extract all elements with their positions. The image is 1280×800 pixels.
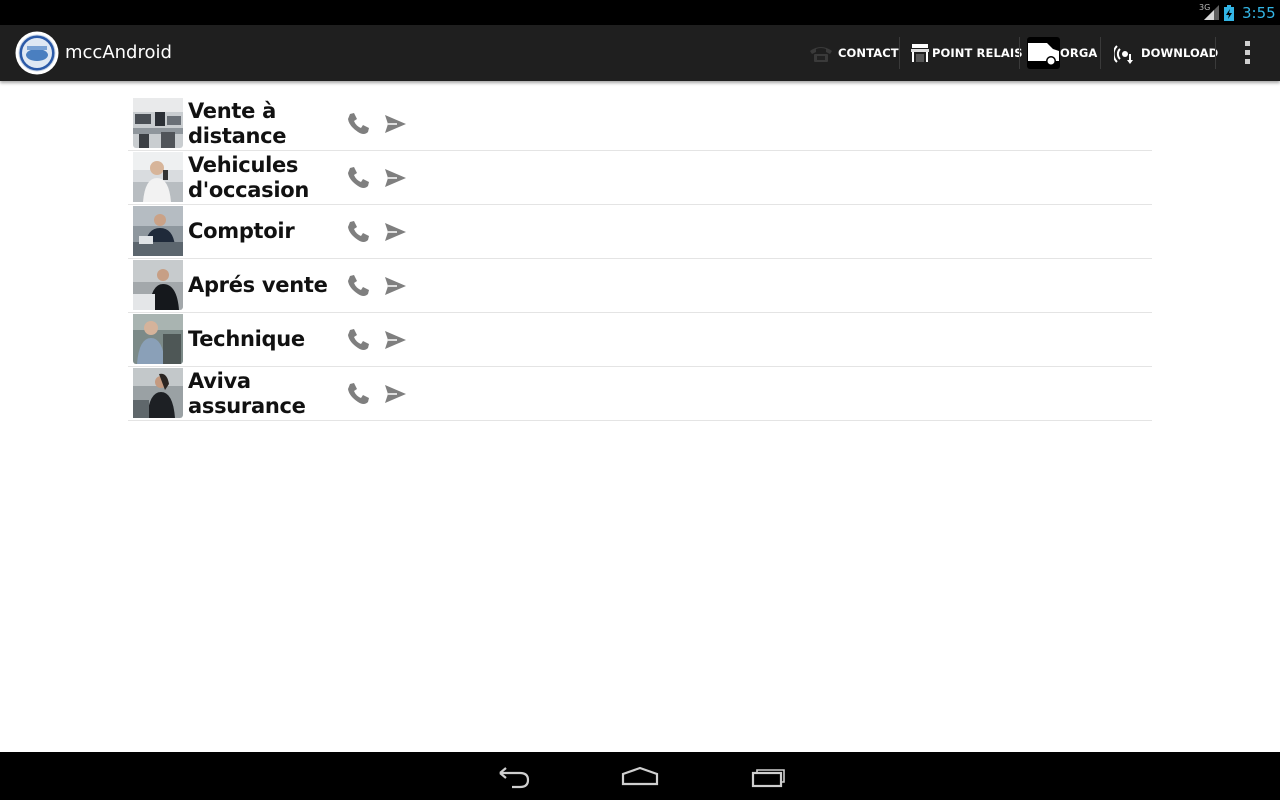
status-bar: 3G 3:55 (0, 0, 1280, 25)
send-icon[interactable] (381, 380, 409, 408)
back-icon[interactable] (490, 760, 534, 792)
person-photo (133, 206, 183, 256)
orga-action-label: ORGA (1060, 46, 1098, 60)
person-photo (133, 152, 183, 202)
orga-action-button[interactable]: ORGA (1027, 25, 1097, 81)
storefront-icon (911, 44, 929, 62)
phone-icon[interactable] (344, 326, 372, 354)
download-action-label: DOWNLOAD (1141, 46, 1219, 60)
contact-name: Comptoir (188, 219, 295, 243)
list-item[interactable]: Technique (128, 313, 1152, 367)
overflow-menu-icon[interactable] (1232, 37, 1264, 69)
phone-icon[interactable] (344, 110, 372, 138)
download-wifi-icon (1114, 45, 1133, 64)
action-bar: mccAndroid CONTACT POINT RELAIS ORGA DOW… (0, 25, 1280, 81)
person-photo (133, 260, 183, 310)
send-icon[interactable] (381, 110, 409, 138)
home-icon[interactable] (618, 760, 662, 792)
list-item[interactable]: Comptoir (128, 205, 1152, 259)
list-item[interactable]: Vente à distance (128, 97, 1152, 151)
download-action-button[interactable]: DOWNLOAD (1114, 25, 1218, 81)
contact-list: Vente à distance Vehicules d'occasion Co… (128, 97, 1152, 421)
list-item[interactable]: Vehicules d'occasion (128, 151, 1152, 205)
action-divider (1215, 37, 1216, 69)
person-photo (133, 368, 183, 418)
action-divider (1100, 37, 1101, 69)
navigation-bar (0, 752, 1280, 800)
battery-charging-icon (1224, 5, 1234, 21)
action-divider (1019, 37, 1020, 69)
app-logo-icon[interactable] (15, 31, 59, 75)
list-item[interactable]: Aprés vente (128, 259, 1152, 313)
phone-icon[interactable] (344, 272, 372, 300)
clock: 3:55 (1242, 4, 1276, 22)
contact-name: Technique (188, 327, 305, 351)
contact-name: Vente à distance (188, 98, 287, 148)
signal-icon (1204, 5, 1219, 20)
office-photo (133, 98, 183, 148)
contact-name: Aviva assurance (188, 368, 306, 418)
recent-apps-icon[interactable] (747, 760, 791, 792)
phone-icon[interactable] (344, 218, 372, 246)
phone-icon[interactable] (344, 164, 372, 192)
send-icon[interactable] (381, 326, 409, 354)
send-icon[interactable] (381, 164, 409, 192)
send-icon[interactable] (381, 272, 409, 300)
point-relais-action-label: POINT RELAIS (932, 46, 1023, 60)
action-divider (899, 37, 900, 69)
person-photo (133, 314, 183, 364)
contact-name: Vehicules d'occasion (188, 152, 310, 202)
contact-action-button[interactable]: CONTACT (808, 25, 899, 81)
phone-icon[interactable] (344, 380, 372, 408)
list-item[interactable]: Aviva assurance (128, 367, 1152, 421)
send-icon[interactable] (381, 218, 409, 246)
contact-name: Aprés vente (188, 273, 328, 297)
app-title: mccAndroid (65, 42, 172, 63)
point-relais-action-button[interactable]: POINT RELAIS (909, 25, 1023, 81)
contact-action-label: CONTACT (838, 46, 899, 60)
van-icon (1027, 37, 1060, 69)
phone-handset-icon (810, 47, 832, 62)
